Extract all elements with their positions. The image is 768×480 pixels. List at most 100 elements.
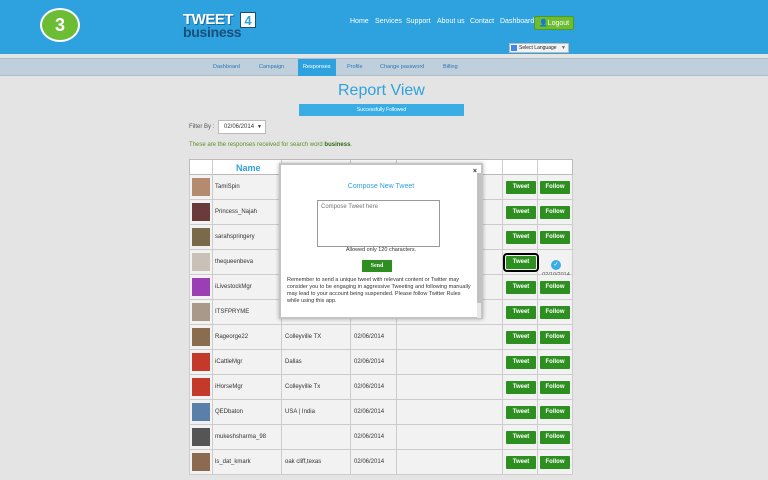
avatar[interactable] [192,428,210,446]
user-name[interactable]: Rageorge22 [215,334,248,340]
compose-tweet-modal: × Compose New Tweet Allowed only 120 cha… [279,163,483,319]
tweet-button[interactable]: Tweet [506,406,536,419]
header-name: Name [236,163,261,173]
user-location: USA | India [285,409,315,415]
cell-divider [537,225,538,250]
cell-divider [212,325,213,350]
follow-button[interactable]: Follow [540,456,570,469]
follow-button[interactable]: Follow [540,206,570,219]
tab-dashboard[interactable]: Dashboard [213,64,240,70]
tab-billing[interactable]: Billing [443,64,458,70]
tweet-button[interactable]: Tweet [506,381,536,394]
follow-button[interactable]: Follow [540,431,570,444]
send-button[interactable]: Send [362,260,392,272]
nav-dashboard[interactable]: Dashboard [500,18,534,25]
modal-title: Compose New Tweet [347,183,415,190]
user-name[interactable]: iLivestockMgr [215,284,252,290]
user-name[interactable]: Princess_Najah [215,209,257,215]
user-name[interactable]: sarahspringery [215,234,255,240]
avatar[interactable] [192,303,210,321]
user-name[interactable]: ls_dat_kmark [215,459,251,465]
response-date: 02/06/2014 [354,434,385,440]
avatar[interactable] [192,253,210,271]
cell-divider [502,275,503,300]
page-title: Report View [338,82,425,99]
cell-divider [502,200,503,225]
follow-button[interactable]: Follow [540,356,570,369]
cell-divider [212,350,213,375]
cell-divider [502,400,503,425]
user-icon: 👤 [539,20,548,27]
filter-date-select[interactable]: 02/06/2014 ▼ [218,120,266,134]
avatar[interactable] [192,178,210,196]
cell-divider [537,300,538,325]
avatar[interactable] [192,453,210,471]
response-date: 02/06/2014 [354,459,385,465]
tweet-button[interactable]: Tweet [506,356,536,369]
avatar[interactable] [192,278,210,296]
user-name[interactable]: TamiSpin [215,184,240,190]
cell-divider [350,350,351,375]
cell-divider [212,300,213,325]
brand-logo[interactable]: TWEET 4 business [183,11,263,41]
language-select[interactable]: Select Language ▼ [509,43,569,53]
cell-divider [396,400,397,425]
avatar[interactable] [192,228,210,246]
tweet-button[interactable]: Tweet [506,306,536,319]
nav-support[interactable]: Support [406,18,431,25]
tweet-button[interactable]: Tweet [506,281,536,294]
tweet-button[interactable]: Tweet [506,206,536,219]
tweet-button[interactable]: Tweet [506,231,536,244]
user-name[interactable]: QEDbaton [215,409,243,415]
nav-contact[interactable]: Contact [470,18,494,25]
tweet-button[interactable]: Tweet [506,456,536,469]
brand-badge: 4 [240,12,256,28]
tweet-warning-note: Remember to send a unique tweet with rel… [287,277,471,304]
cell-divider [350,425,351,450]
tweet-button[interactable]: Tweet [506,331,536,344]
filter-label: Filter By : [189,124,215,130]
compose-tweet-textarea[interactable] [317,200,440,247]
cell-divider [350,375,351,400]
tweet-button[interactable]: Tweet [506,181,536,194]
nav-services[interactable]: Services [375,18,402,25]
cell-divider [281,400,282,425]
tweet-button[interactable]: Tweet [506,431,536,444]
cell-divider [212,250,213,275]
user-name[interactable]: iHorseMgr [215,384,243,390]
user-name[interactable]: mukeshsharma_98 [215,434,266,440]
modal-scrollbar[interactable] [477,173,481,318]
follow-button[interactable]: Follow [540,231,570,244]
user-name[interactable]: iCattleMgr [215,359,242,365]
user-name[interactable]: thequeenbeva [215,259,253,265]
follow-button[interactable]: Follow [540,381,570,394]
avatar[interactable] [192,328,210,346]
avatar[interactable] [192,353,210,371]
tweet-button[interactable]: Tweet [503,253,539,272]
nav-about-us[interactable]: About us [437,18,465,25]
cell-divider [537,425,538,450]
char-limit-hint: Allowed only 120 characters. [345,247,417,253]
avatar[interactable] [192,378,210,396]
avatar[interactable] [192,403,210,421]
cell-divider [212,450,213,475]
logout-button[interactable]: 👤Logout [534,16,575,30]
follow-button[interactable]: Follow [540,406,570,419]
scrollbar-thumb[interactable] [477,173,481,303]
tab-change-password[interactable]: Change password [380,64,424,70]
cell-divider [537,200,538,225]
follow-button[interactable]: Follow [540,331,570,344]
header-divider [537,160,538,176]
user-name[interactable]: ITSFPRYME [215,309,249,315]
follow-button[interactable]: Follow [540,181,570,194]
tab-responses[interactable]: Responses [298,59,336,76]
nav-home[interactable]: Home [350,18,369,25]
tab-profile[interactable]: Profile [347,64,363,70]
follow-button[interactable]: Follow [540,281,570,294]
tab-campaign[interactable]: Campaign [259,64,284,70]
follow-button[interactable]: Follow [540,306,570,319]
cell-divider [537,175,538,200]
avatar[interactable] [192,203,210,221]
cell-divider [502,250,503,275]
cell-divider [537,375,538,400]
